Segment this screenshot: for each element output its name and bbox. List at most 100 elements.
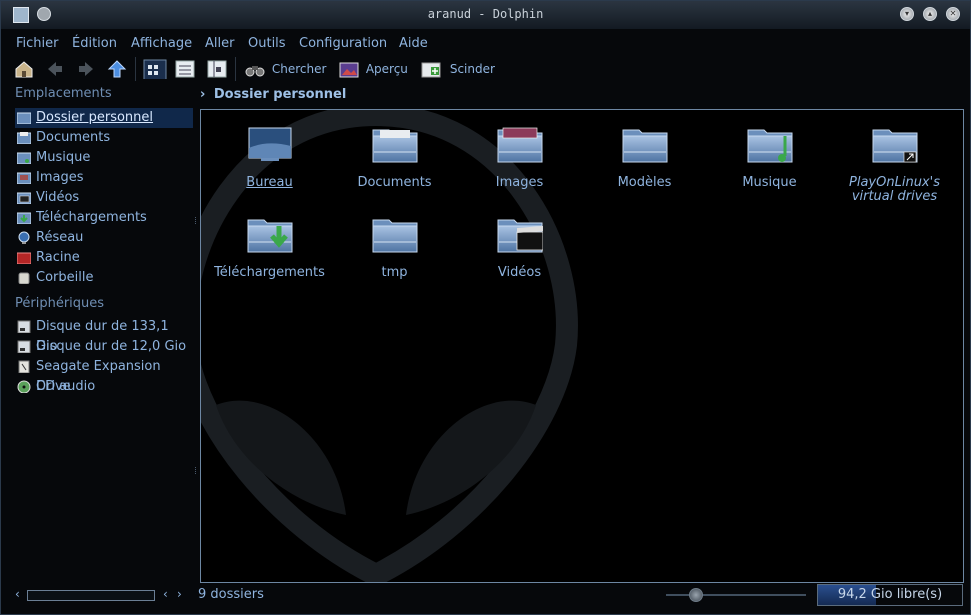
close-button[interactable]: ✕: [946, 7, 960, 21]
zoom-slider-handle[interactable]: [689, 588, 703, 602]
panel-splitter-handle[interactable]: [195, 217, 199, 224]
downloads-folder-icon: [247, 214, 293, 254]
zoom-slider[interactable]: [666, 594, 806, 596]
menu-configuration[interactable]: Configuration: [299, 36, 387, 51]
title-bar[interactable]: aranud - Dolphin ▾ ▴ ✕: [1, 1, 970, 29]
scroll-left-arrow-icon[interactable]: ‹: [15, 587, 20, 601]
status-bar: ‹ ‹ › 9 dossiers 94,2 Gio libre(s): [1, 584, 970, 610]
usb-drive-icon: [18, 360, 30, 373]
places-panel: Emplacements Dossier personnel Documents…: [11, 85, 193, 585]
file-item-telechargements[interactable]: Téléchargements: [207, 214, 332, 280]
device-label: Disque dur de 12,0 Gio: [36, 339, 187, 354]
details-view-icon[interactable]: [175, 59, 195, 79]
file-name: PlayOnLinux's virtual drives: [849, 175, 940, 204]
sidebar-horizontal-scrollbar[interactable]: [27, 590, 155, 601]
place-label: Téléchargements: [36, 210, 147, 225]
menu-bar: Fichier Édition Affichage Aller Outils C…: [1, 31, 970, 55]
home-icon[interactable]: [14, 59, 34, 79]
place-videos[interactable]: Vidéos: [15, 188, 193, 208]
downloads-folder-icon: [17, 212, 31, 224]
documents-folder-icon: [372, 124, 418, 164]
place-racine[interactable]: Racine: [15, 248, 193, 268]
search-button[interactable]: Chercher: [245, 59, 326, 79]
file-view[interactable]: Bureau Documents Images Modèles Musique …: [200, 109, 964, 583]
menu-edition[interactable]: Édition: [72, 36, 117, 51]
music-folder-icon: [747, 124, 793, 164]
split-view-icon: [421, 62, 441, 77]
place-label: Musique: [36, 150, 91, 165]
split-label: Scinder: [449, 62, 495, 76]
split-button[interactable]: Scinder: [421, 59, 495, 79]
place-images[interactable]: Images: [15, 168, 193, 188]
menu-affichage[interactable]: Affichage: [131, 36, 192, 51]
menu-fichier[interactable]: Fichier: [16, 36, 59, 51]
back-arrow-icon[interactable]: [45, 59, 65, 79]
place-label: Dossier personnel: [36, 110, 154, 125]
file-item-musique[interactable]: Musique: [707, 124, 832, 190]
file-item-modeles[interactable]: Modèles: [582, 124, 707, 190]
place-telechargements[interactable]: Téléchargements: [15, 208, 193, 228]
images-folder-icon: [17, 172, 31, 184]
place-musique[interactable]: Musique: [15, 148, 193, 168]
device-cd-audio[interactable]: CD audio: [15, 377, 193, 397]
place-label: Réseau: [36, 230, 84, 245]
dolphin-window: aranud - Dolphin ▾ ▴ ✕ Fichier Édition A…: [0, 0, 971, 615]
home-folder-icon: [17, 112, 31, 124]
file-name: Images: [495, 175, 544, 190]
binoculars-icon: [245, 65, 265, 76]
devices-section-title: Périphériques: [15, 296, 105, 311]
device-disk-133[interactable]: Disque dur de 133,1 Gio: [15, 317, 193, 354]
preview-image-icon: [339, 62, 359, 77]
icon-view-icon[interactable]: [143, 59, 167, 79]
place-documents[interactable]: Documents: [15, 128, 193, 148]
status-text: 9 dossiers: [198, 587, 264, 602]
forward-arrow-icon[interactable]: [76, 59, 96, 79]
menu-aide[interactable]: Aide: [399, 36, 428, 51]
place-reseau[interactable]: Réseau: [15, 228, 193, 248]
free-space-indicator: 94,2 Gio libre(s): [817, 584, 963, 606]
globe-icon: [18, 231, 30, 244]
breadcrumb-chevron-icon: ›: [200, 87, 206, 102]
menu-outils[interactable]: Outils: [248, 36, 286, 51]
videos-folder-icon: [497, 214, 543, 254]
device-disk-12[interactable]: Disque dur de 12,0 Gio: [15, 337, 193, 357]
file-item-images[interactable]: Images: [457, 124, 582, 190]
preview-button[interactable]: Aperçu: [339, 59, 408, 79]
file-name: Téléchargements: [214, 265, 325, 280]
link-folder-icon: [872, 124, 918, 164]
images-folder-icon: [497, 127, 543, 164]
maximize-button[interactable]: ▴: [923, 7, 937, 21]
file-item-bureau[interactable]: Bureau: [207, 124, 332, 190]
search-label: Chercher: [271, 62, 327, 76]
file-item-playonlinux[interactable]: PlayOnLinux's virtual drives: [832, 124, 957, 204]
menu-aller[interactable]: Aller: [205, 36, 234, 51]
root-folder-icon: [17, 252, 31, 264]
file-name: Modèles: [617, 175, 672, 190]
trash-icon: [18, 272, 30, 284]
file-name: Musique: [742, 175, 797, 190]
scroll-right-arrow-icon[interactable]: ›: [177, 587, 182, 601]
folder-icon: [372, 214, 418, 254]
breadcrumb-current: Dossier personnel: [213, 87, 347, 102]
place-label: Vidéos: [36, 190, 80, 205]
desktop-folder-icon: [248, 127, 291, 161]
columns-view-icon[interactable]: [207, 59, 227, 79]
window-title: aranud - Dolphin: [427, 7, 544, 21]
up-arrow-icon[interactable]: [107, 59, 127, 79]
device-seagate[interactable]: Seagate Expansion Drive: [15, 357, 193, 394]
place-label: Documents: [36, 130, 111, 145]
place-corbeille[interactable]: Corbeille: [15, 268, 193, 288]
toolbar: Chercher Aperçu Scinder: [1, 55, 970, 83]
hard-disk-icon: [17, 340, 31, 353]
cd-audio-icon: [17, 380, 31, 393]
file-name: Documents: [357, 175, 432, 190]
place-dossier-personnel[interactable]: Dossier personnel: [15, 108, 193, 128]
scroll-left-arrow-icon[interactable]: ‹: [163, 587, 168, 601]
minimize-button[interactable]: ▾: [900, 7, 914, 21]
breadcrumb[interactable]: › Dossier personnel: [200, 87, 346, 102]
file-item-documents[interactable]: Documents: [332, 124, 457, 190]
panel-splitter-handle[interactable]: [195, 467, 199, 474]
places-section-title: Emplacements: [15, 86, 112, 101]
file-item-videos[interactable]: Vidéos: [457, 214, 582, 280]
file-item-tmp[interactable]: tmp: [332, 214, 457, 280]
